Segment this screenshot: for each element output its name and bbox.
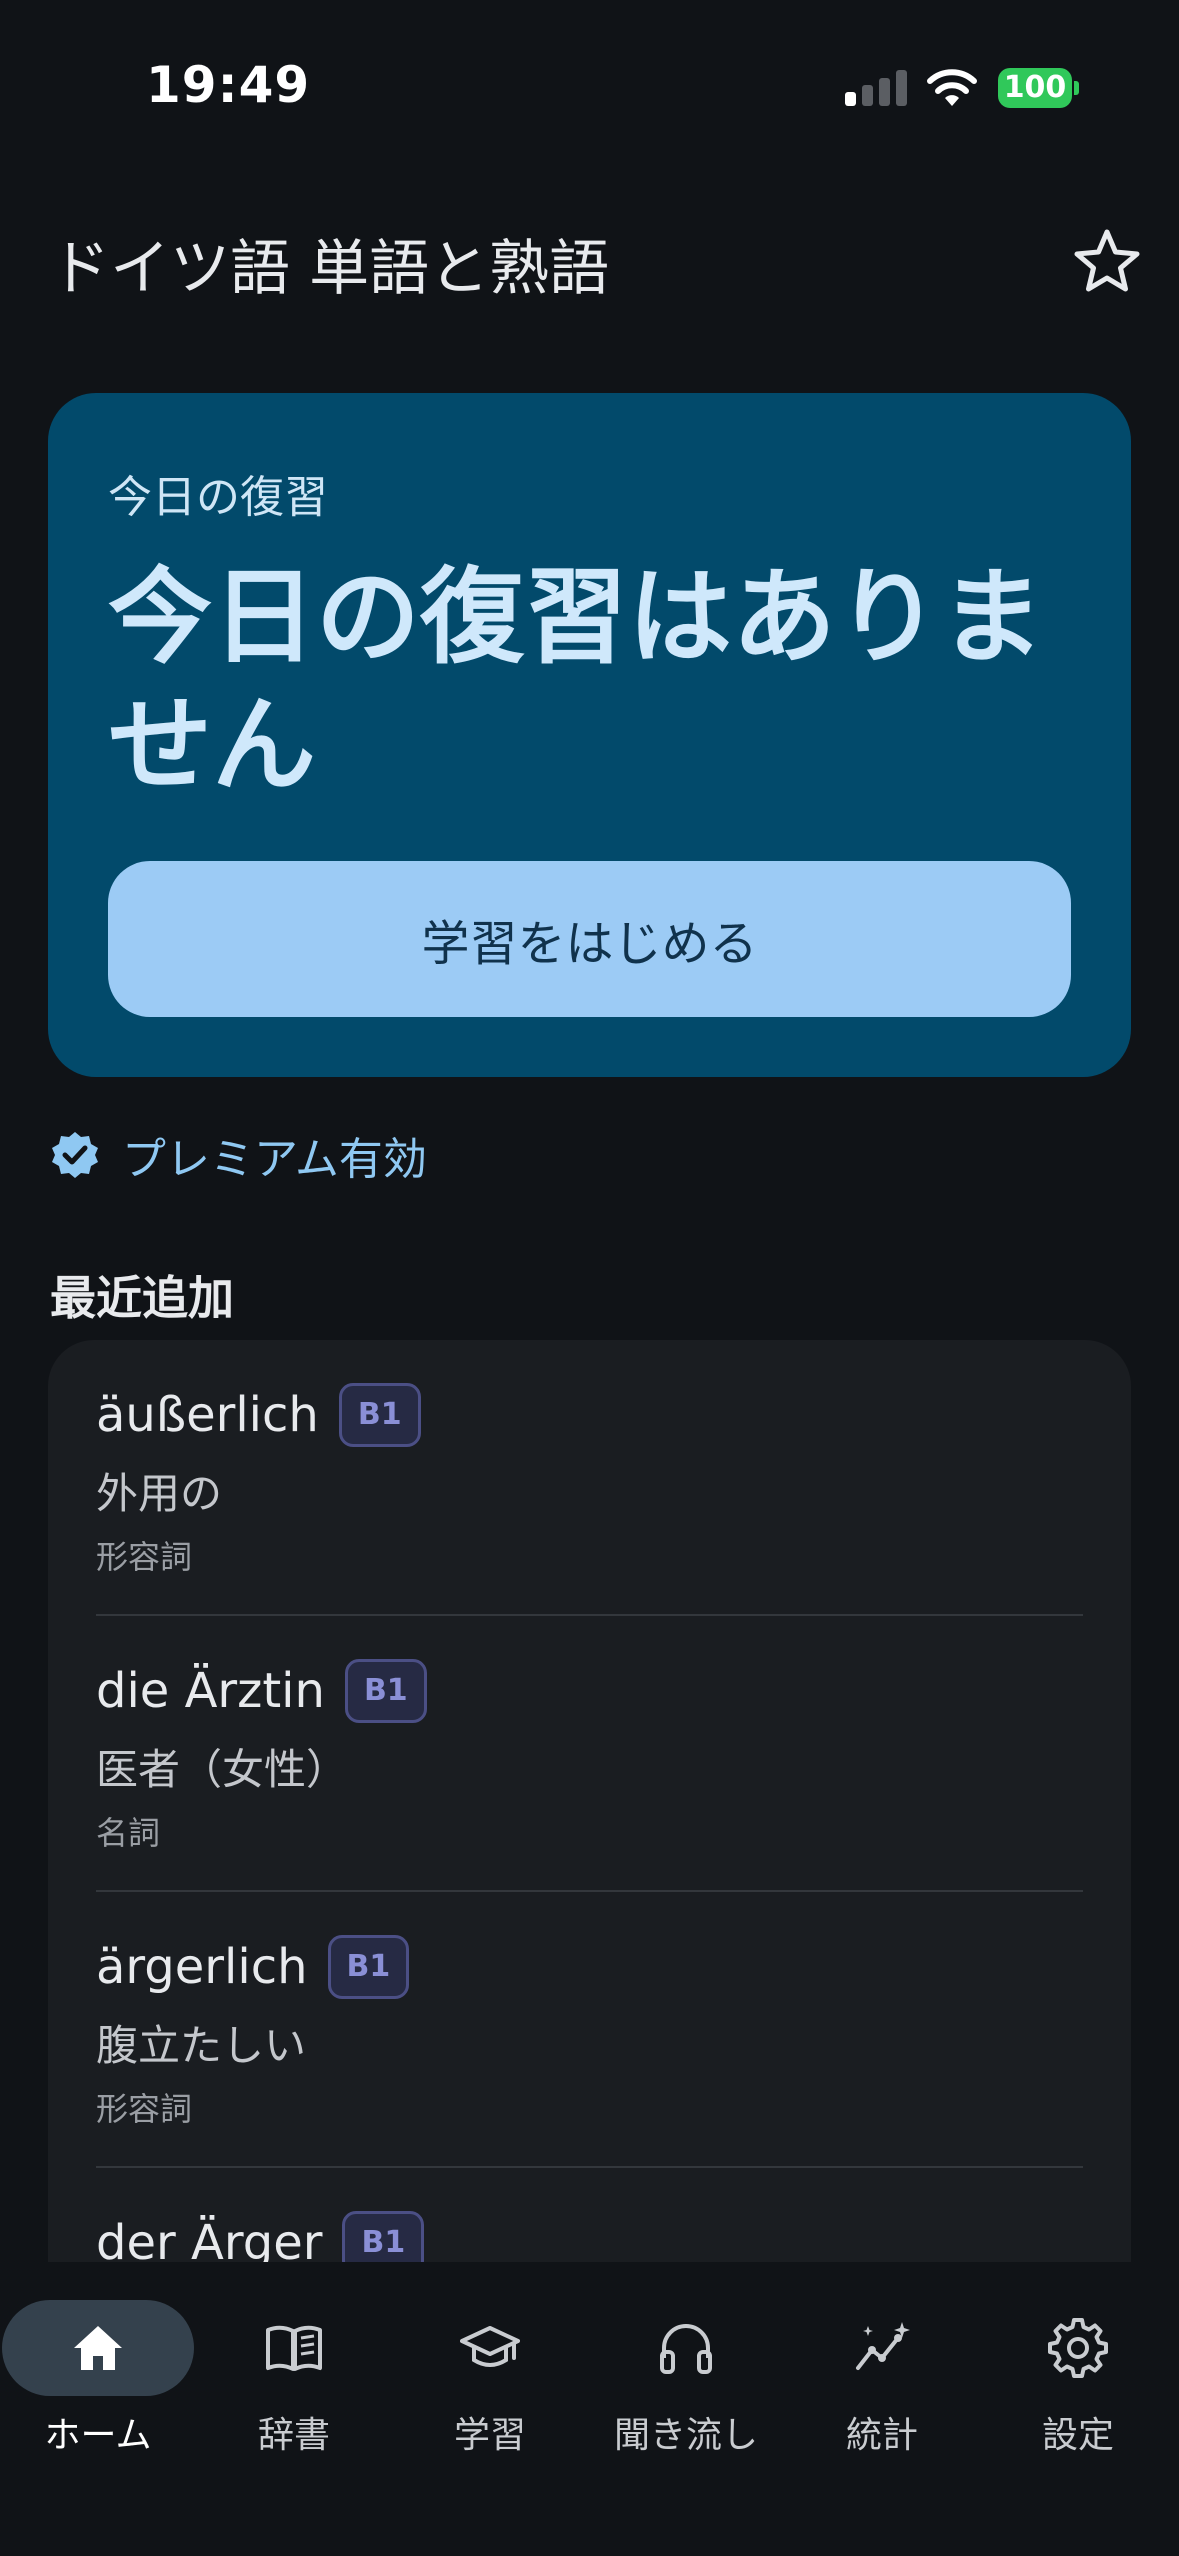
word-term: äußerlich bbox=[96, 1387, 319, 1443]
tab-label: 聞き流し bbox=[613, 2415, 758, 2456]
status-time: 19:49 bbox=[146, 56, 311, 114]
word-term: die Ärztin bbox=[96, 1663, 325, 1719]
headphones-icon bbox=[660, 2324, 712, 2374]
part-of-speech: 名詞 bbox=[96, 1814, 161, 1852]
home-screen: 19:49 100 ドイツ語 単語と熟語 今日の復習 今日の復習はありません 学… bbox=[0, 0, 1179, 2556]
verified-badge-icon bbox=[52, 1132, 98, 1178]
list-item[interactable]: ärgerlich B1 腹立たしい 形容詞 bbox=[96, 1892, 1083, 2168]
tab-settings[interactable]: 設定 bbox=[980, 2282, 1176, 2482]
list-item[interactable]: äußerlich B1 外用の 形容詞 bbox=[96, 1340, 1083, 1616]
cellular-signal-icon bbox=[845, 70, 907, 106]
part-of-speech: 形容詞 bbox=[96, 1538, 193, 1576]
graduation-cap-icon bbox=[460, 2326, 520, 2367]
list-item[interactable]: die Ärztin B1 医者（女性） 名詞 bbox=[96, 1616, 1083, 1892]
review-card-kicker: 今日の復習 bbox=[108, 472, 328, 523]
tab-label: 学習 bbox=[453, 2415, 526, 2456]
bottom-tab-bar: ホーム 辞書 学習 聞き流し 統計 設定 bbox=[0, 2262, 1179, 2556]
level-badge: B1 bbox=[344, 1659, 427, 1723]
tab-label: 辞書 bbox=[257, 2415, 330, 2456]
gear-icon bbox=[1048, 2318, 1108, 2378]
favorite-star-icon[interactable] bbox=[1070, 225, 1144, 299]
word-term: ärgerlich bbox=[96, 1939, 308, 1995]
tab-label: 統計 bbox=[845, 2415, 918, 2456]
book-icon bbox=[266, 2325, 322, 2371]
battery-level: 100 bbox=[1003, 70, 1067, 105]
word-meaning: 医者（女性） bbox=[96, 1745, 349, 1794]
tab-dictionary[interactable]: 辞書 bbox=[196, 2282, 392, 2482]
word-meaning: 腹立たしい bbox=[96, 2021, 307, 2070]
page-title: ドイツ語 単語と熟語 bbox=[50, 234, 610, 304]
start-learning-button[interactable]: 学習をはじめる bbox=[108, 861, 1071, 1017]
tab-label: ホーム bbox=[44, 2415, 152, 2456]
wifi-icon bbox=[927, 69, 977, 106]
battery-indicator: 100 bbox=[998, 68, 1079, 108]
tab-listening[interactable]: 聞き流し bbox=[588, 2282, 784, 2482]
premium-label: プレミアム有効 bbox=[122, 1134, 427, 1185]
tab-study[interactable]: 学習 bbox=[392, 2282, 588, 2482]
home-icon bbox=[74, 2326, 122, 2370]
part-of-speech: 形容詞 bbox=[96, 2090, 193, 2128]
recent-section-title: 最近追加 bbox=[50, 1271, 234, 1325]
today-review-card: 今日の復習 今日の復習はありません 学習をはじめる bbox=[48, 393, 1131, 1077]
level-badge: B1 bbox=[327, 1935, 410, 1999]
premium-status: プレミアム有効 bbox=[50, 1125, 427, 1185]
tab-stats[interactable]: 統計 bbox=[784, 2282, 980, 2482]
recent-words-list: äußerlich B1 外用の 形容詞 die Ärztin B1 医者（女性… bbox=[48, 1340, 1131, 2280]
stats-sparkle-icon bbox=[856, 2322, 910, 2370]
tab-home[interactable]: ホーム bbox=[0, 2282, 196, 2482]
status-bar: 19:49 100 bbox=[0, 0, 1179, 175]
tab-label: 設定 bbox=[1041, 2415, 1114, 2456]
word-meaning: 外用の bbox=[96, 1469, 223, 1518]
level-badge: B1 bbox=[338, 1383, 421, 1447]
review-card-headline: 今日の復習はありません bbox=[108, 556, 1045, 806]
